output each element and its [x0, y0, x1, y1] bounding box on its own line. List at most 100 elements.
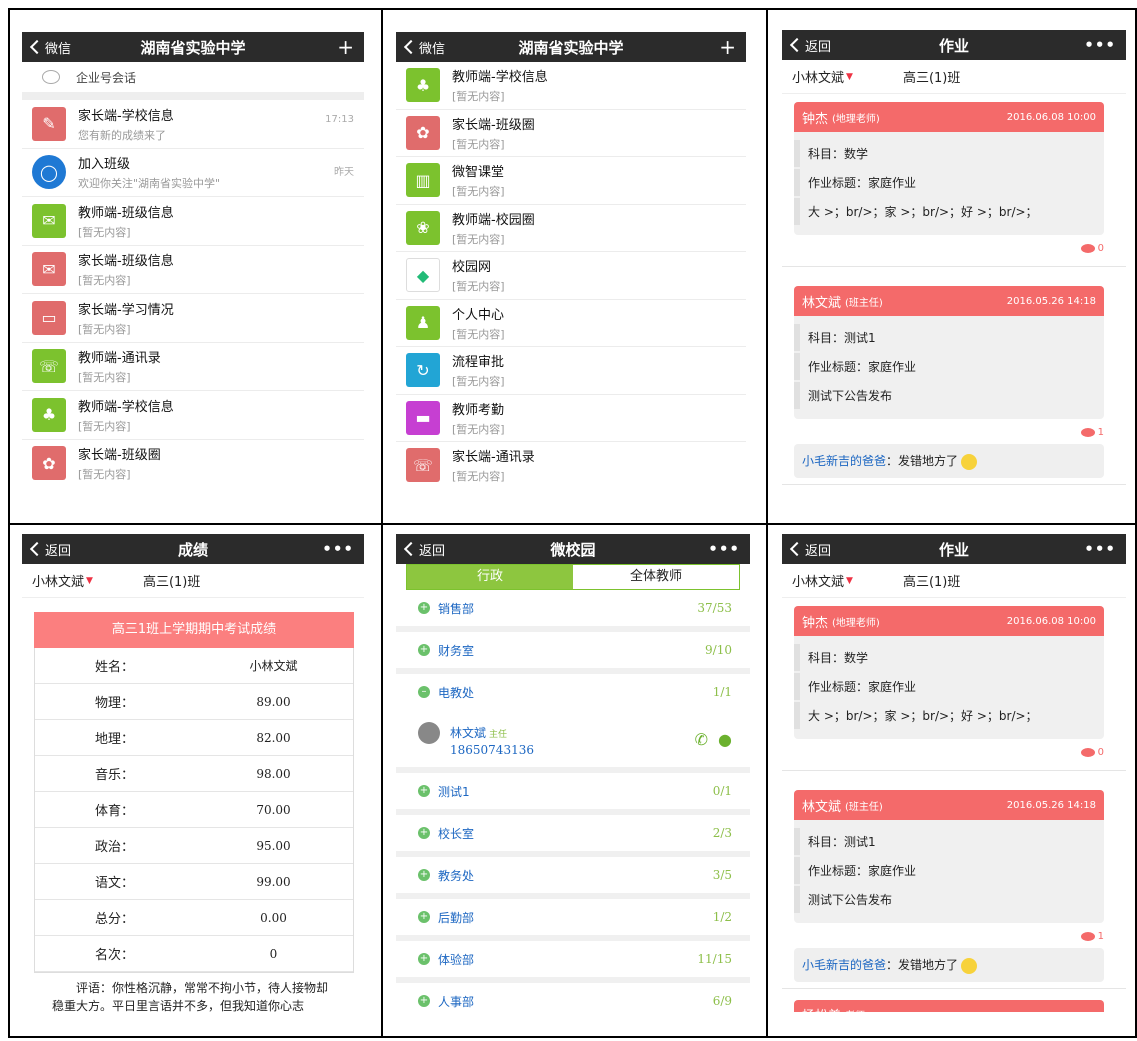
item-title: 家长端-学习情况: [78, 302, 174, 318]
tab-all-teachers[interactable]: 全体教师: [573, 565, 739, 589]
comment-icon: [1080, 931, 1095, 941]
list-item[interactable]: ◯ 加入班级 欢迎你关注"湖南省实验中学" 昨天: [22, 149, 364, 197]
comment-count-value: 0: [1097, 243, 1104, 254]
comment-count-value: 1: [1097, 427, 1104, 438]
student-selector[interactable]: 小林文斌 ▼ 高三(1)班: [782, 60, 1126, 94]
homework-card[interactable]: 林文斌 (班主任) 2016.05.26 14:18 科目：测试1 作业标题：家庭作业测…: [794, 286, 1104, 419]
list-item[interactable]: ❀ 教师端-校园圈 [暂无内容]: [396, 205, 746, 252]
grid-divider: [10, 523, 1135, 525]
student-selector[interactable]: 小林文斌 ▼ 高三(1)班: [22, 564, 364, 598]
more-button[interactable]: •••: [1084, 540, 1116, 558]
list-item[interactable]: ▥ 微智课堂 [暂无内容]: [396, 157, 746, 205]
circle-icon: ✿: [32, 446, 66, 481]
item-title: 微智课堂: [452, 165, 505, 181]
subject-label: 地理：: [94, 732, 134, 747]
comment-icon: [1080, 747, 1095, 757]
item-text: 个人中心 [暂无内容]: [452, 304, 736, 342]
item-subtitle: [暂无内容]: [452, 327, 505, 341]
more-button[interactable]: •••: [708, 540, 740, 558]
dept-row[interactable]: + 体验部 11/15: [396, 941, 750, 977]
nav-bar: 返回 作业 •••: [782, 30, 1126, 60]
list-item[interactable]: ✿ 家长端-班级圈 [暂无内容]: [22, 440, 364, 488]
list-item[interactable]: ✎ 家长端-学校信息 您有新的成绩来了 17:13: [22, 100, 364, 149]
homework-card[interactable]: 钟杰 (地理老师) 2016.06.08 10:00 科目：数学 作业标题：家庭作业大 …: [794, 102, 1104, 235]
list-item[interactable]: ◆ 校园网 [暂无内容]: [396, 252, 746, 300]
back-button[interactable]: 返回: [782, 540, 831, 559]
list-item[interactable]: ✿ 家长端-班级圈 [暂无内容]: [396, 110, 746, 157]
page-title: 作业: [938, 36, 969, 55]
comment-count[interactable]: 0: [782, 235, 1126, 260]
card-line: 科目：数学: [794, 644, 1104, 671]
dept-row[interactable]: + 校长室 2/3: [396, 815, 750, 851]
card-header: 林文斌 (班主任) 2016.05.26 14:18: [794, 790, 1104, 820]
dept-row[interactable]: – 电教处 1/1: [396, 674, 750, 710]
item-text: 家长端-学习情况 [暂无内容]: [78, 299, 354, 337]
item-subtitle: [暂无内容]: [452, 375, 505, 389]
phone-icon[interactable]: ✆: [695, 730, 708, 749]
panel-scores: 返回 成绩 ••• 小林文斌 ▼ 高三(1)班 高三1班上学期期中考试成绩 姓名：…: [22, 534, 364, 1014]
dept-count: 1/1: [712, 685, 732, 699]
card-header: 杨松美老师: [794, 495, 1104, 496]
item-title: 家长端-班级信息: [78, 254, 174, 270]
item-title: 流程审批: [452, 355, 505, 371]
list-item[interactable]: ☏ 家长端-通讯录 [暂无内容]: [396, 442, 746, 487]
dept-count: 2/3: [712, 826, 732, 840]
list-item[interactable]: ↻ 流程审批 [暂无内容]: [396, 347, 746, 395]
item-subtitle: [暂无内容]: [78, 225, 131, 239]
dept-row[interactable]: + 教务处 3/5: [396, 857, 750, 893]
expand-icon: +: [418, 602, 430, 614]
homework-card[interactable]: 林文斌 (班主任) 2016.05.26 14:18 科目：测试1 作业标题：家庭作业测…: [794, 790, 1104, 923]
dept-row[interactable]: + 后勤部 1/2: [396, 899, 750, 935]
list-item[interactable]: ✉ 家长端-班级信息 [暂无内容]: [22, 246, 364, 294]
chevron-left-icon: [29, 39, 45, 55]
reply-author[interactable]: 小毛新吉的爸爸: [802, 454, 886, 468]
comment-count[interactable]: 1: [782, 923, 1126, 948]
homework-card-partial[interactable]: 杨松美老师: [794, 999, 1104, 1012]
list-item[interactable]: ▭ 家长端-学习情况 [暂无内容]: [22, 294, 364, 343]
more-button[interactable]: •••: [1084, 36, 1116, 54]
dept-row[interactable]: + 财务室 9/10: [396, 632, 750, 668]
chat-icon[interactable]: ●: [718, 730, 732, 749]
back-button[interactable]: 返回: [782, 36, 831, 55]
homework-card[interactable]: 钟杰 (地理老师) 2016.06.08 10:00 科目：数学 作业标题：家庭作业大 …: [794, 606, 1104, 739]
dept-row[interactable]: + 人事部 6/9: [396, 983, 750, 1012]
list-item[interactable]: ♟ 个人中心 [暂无内容]: [396, 300, 746, 347]
back-button[interactable]: 微信: [22, 38, 71, 57]
subject-score: 98.00: [256, 766, 291, 781]
list-item[interactable]: ♣ 教师端-学校信息 [暂无内容]: [22, 391, 364, 440]
enterprise-session-row[interactable]: 企业号会话: [22, 62, 364, 92]
list-item[interactable]: ♣ 教师端-学校信息 [暂无内容]: [396, 62, 746, 110]
plus-button[interactable]: +: [719, 32, 736, 62]
comment-count[interactable]: 0: [782, 739, 1126, 764]
panel-wechat-list-2: 微信 湖南省实验中学 + ♣ 教师端-学校信息 [暂无内容] ✿ 家长端-班级圈 [暂无内…: [396, 32, 746, 487]
card-line: 科目：测试1: [794, 828, 1104, 855]
item-text: 微智课堂 [暂无内容]: [452, 161, 736, 199]
list-item[interactable]: ✉ 教师端-班级信息 [暂无内容]: [22, 197, 364, 246]
subject-score: 0: [269, 946, 278, 961]
subject-score: 99.00: [256, 874, 291, 889]
reply-author[interactable]: 小毛新吉的爸爸: [802, 958, 886, 972]
dept-row[interactable]: + 销售部 37/53: [396, 590, 750, 626]
post-date: 2016.06.08 10:00: [1006, 111, 1096, 123]
back-button[interactable]: 返回: [396, 540, 445, 559]
chevron-left-icon: [789, 541, 805, 557]
page-title: 成绩: [177, 540, 208, 559]
back-button[interactable]: 微信: [396, 38, 445, 57]
broom-icon: ✎: [32, 106, 66, 141]
list-item[interactable]: ▬ 教师考勤 [暂无内容]: [396, 395, 746, 442]
plus-button[interactable]: +: [337, 32, 354, 62]
back-button[interactable]: 返回: [22, 540, 71, 559]
item-title: 教师端-学校信息: [452, 70, 548, 86]
list-item[interactable]: ☏ 教师端-通讯录 [暂无内容]: [22, 343, 364, 391]
member-row[interactable]: 林文斌 主任 18650743136 ✆ ●: [396, 710, 750, 767]
back-label: 返回: [805, 543, 832, 559]
tab-admin[interactable]: 行政: [407, 565, 573, 589]
dept-row[interactable]: + 测试1 0/1: [396, 773, 750, 809]
comment-count[interactable]: 1: [782, 419, 1126, 444]
more-button[interactable]: •••: [322, 540, 354, 558]
student-selector[interactable]: 小林文斌 ▼ 高三(1)班: [782, 564, 1126, 598]
teacher-role: (地理老师): [832, 113, 880, 125]
homework-card-partial[interactable]: 杨松美老师: [794, 495, 1104, 496]
